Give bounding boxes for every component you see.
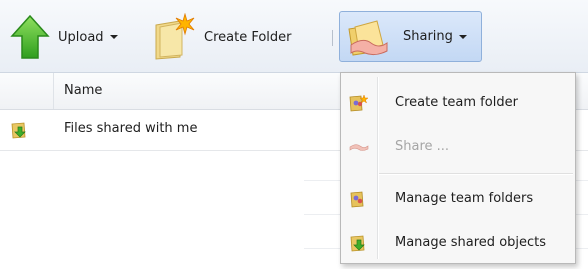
new-folder-icon (152, 12, 196, 61)
menu-separator (379, 173, 573, 175)
chevron-down-icon (109, 35, 118, 39)
menu-item-share[interactable]: Share ... (341, 129, 575, 165)
menu-item-label: Manage shared objects (395, 235, 547, 250)
toolbar: Upload Create Folder Sharing (0, 0, 588, 73)
menu-item-manage-team-folders[interactable]: Manage team folders (341, 181, 575, 217)
row-name: Files shared with me (64, 121, 198, 136)
sharing-label: Sharing (403, 29, 467, 44)
menu-item-label: Create team folder (395, 95, 518, 110)
menu-item-label: Share ... (395, 139, 450, 154)
chevron-down-icon (458, 34, 467, 39)
share-icon (349, 138, 369, 156)
menu-item-manage-shared-objects[interactable]: Manage shared objects (341, 225, 575, 261)
menu-item-label: Manage team folders (395, 191, 534, 206)
shared-folder-icon (10, 121, 32, 139)
column-separator (53, 73, 54, 109)
shared-folder-icon (349, 234, 369, 252)
team-folder-icon (349, 190, 369, 208)
create-folder-label: Create Folder (204, 29, 292, 45)
upload-label: Upload (58, 30, 118, 45)
create-folder-button[interactable]: Create Folder (152, 12, 330, 62)
menu-item-create-team-folder[interactable]: Create team folder (341, 85, 575, 121)
sharing-folder-icon (345, 15, 391, 59)
team-folder-add-icon (349, 94, 369, 112)
toolbar-separator (332, 30, 333, 46)
sharing-button[interactable]: Sharing (339, 11, 482, 62)
upload-button[interactable]: Upload (10, 12, 142, 62)
upload-arrow-icon (10, 14, 50, 60)
sharing-menu: Create team folder Share ... Manage team… (340, 72, 576, 264)
column-header-name[interactable]: Name (64, 83, 102, 98)
